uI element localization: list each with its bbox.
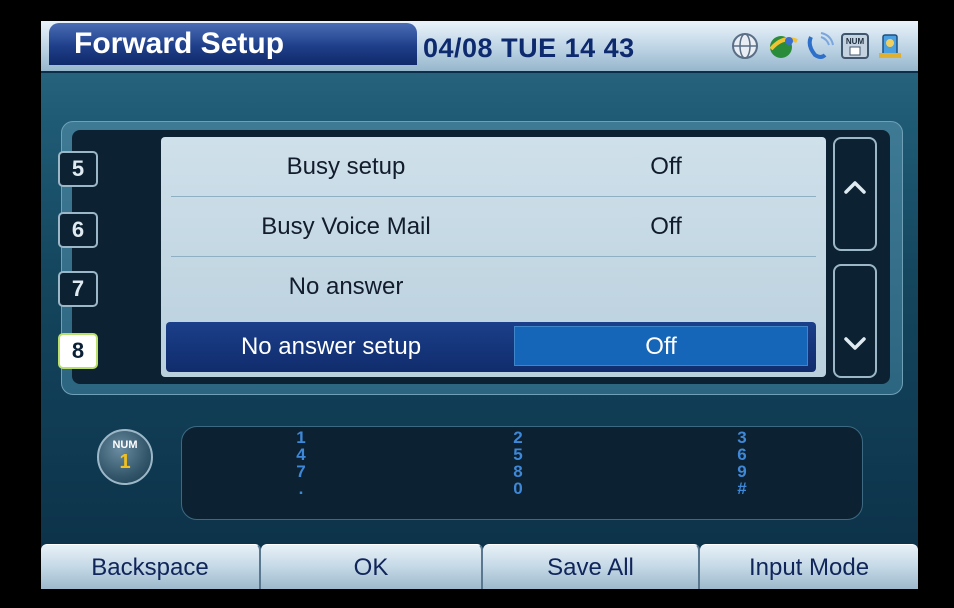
key-3: 3 xyxy=(737,428,747,447)
globe-icon xyxy=(732,33,758,59)
scroll-up-button[interactable] xyxy=(833,137,877,251)
row-index-7[interactable]: 7 xyxy=(58,271,98,307)
list-item-label: Busy Voice Mail xyxy=(261,213,431,240)
row-index-5[interactable]: 5 xyxy=(58,151,98,187)
chevron-down-icon xyxy=(844,337,866,350)
key-1: 1 xyxy=(296,428,306,447)
keypad-column-3: 3 6 9 # xyxy=(722,429,762,497)
key-hash: # xyxy=(737,479,747,498)
scroll-down-button[interactable] xyxy=(833,264,877,378)
settings-list: Busy setup Off Busy Voice Mail Off No an… xyxy=(161,137,826,377)
key-8: 8 xyxy=(513,462,523,481)
status-day: TUE xyxy=(501,33,557,63)
list-item-value[interactable]: Off xyxy=(514,326,808,366)
input-mode-button[interactable]: Input Mode xyxy=(700,544,918,589)
svg-text:NUM: NUM xyxy=(846,37,865,46)
key-0: 0 xyxy=(513,479,523,498)
key-9: 9 xyxy=(737,462,747,481)
header-bar: Forward Setup 04/08 TUE 14 43 NUM xyxy=(41,21,918,73)
ok-button[interactable]: OK xyxy=(261,544,483,589)
pc-user-icon xyxy=(879,34,901,58)
input-mode-label: NUM xyxy=(112,439,138,451)
list-item-label: No answer setup xyxy=(240,333,422,360)
chevron-up-icon xyxy=(844,181,866,194)
list-item-value xyxy=(516,257,816,317)
list-item-busy-voice-mail[interactable]: Busy Voice Mail Off xyxy=(161,197,826,257)
list-item-label: No answer xyxy=(288,273,404,300)
phone-ring-icon xyxy=(807,32,834,59)
backspace-button[interactable]: Backspace xyxy=(41,544,261,589)
row-index-8[interactable]: 8 xyxy=(58,333,98,369)
num-mode-icon: NUM xyxy=(841,33,869,59)
row-index-6[interactable]: 6 xyxy=(58,212,98,248)
key-4: 4 xyxy=(296,445,306,464)
status-time: 14 43 xyxy=(564,33,635,63)
softkey-bar: Backspace OK Save All Input Mode xyxy=(41,544,918,589)
status-datetime: 04/08 TUE 14 43 xyxy=(423,33,635,64)
key-7: 7 xyxy=(296,462,306,481)
list-item-value: Off xyxy=(650,153,682,180)
key-2: 2 xyxy=(513,428,523,447)
key-5: 5 xyxy=(513,445,523,464)
phone-screen: Forward Setup 04/08 TUE 14 43 NUM 5 6 7 … xyxy=(41,21,918,589)
key-6: 6 xyxy=(737,445,747,464)
list-item-value: Off xyxy=(650,213,682,240)
page-title: Forward Setup xyxy=(49,23,417,65)
list-item-no-answer[interactable]: No answer xyxy=(161,257,826,317)
key-dot: . xyxy=(298,479,304,498)
input-mode-number: 1 xyxy=(119,451,131,473)
input-mode-indicator[interactable]: NUM 1 xyxy=(97,429,153,485)
keypad-hint: 1 4 7 . 2 5 8 0 3 6 9 # xyxy=(181,426,863,520)
save-all-button[interactable]: Save All xyxy=(483,544,700,589)
keypad-column-2: 2 5 8 0 xyxy=(498,429,538,497)
status-date: 04/08 xyxy=(423,33,494,63)
list-item-no-answer-setup[interactable]: No answer setup Off xyxy=(166,322,816,372)
keypad-column-1: 1 4 7 . xyxy=(281,429,321,497)
list-item-busy-setup[interactable]: Busy setup Off xyxy=(161,137,826,197)
network-icon xyxy=(769,36,798,58)
list-item-label: Busy setup xyxy=(286,153,406,180)
